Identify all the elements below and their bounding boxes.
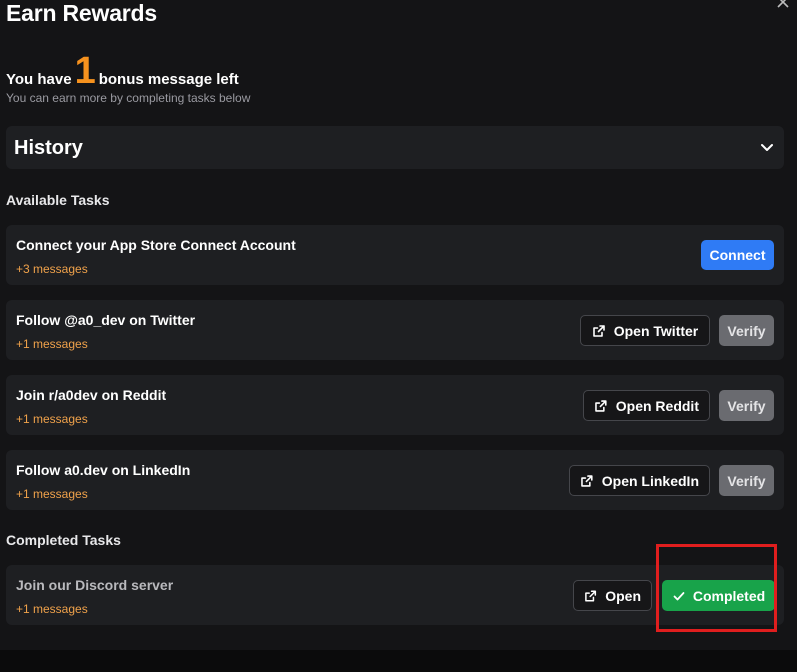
task-reward: +1 messages [16,487,88,501]
task-name: Join r/a0dev on Reddit [16,387,167,403]
verify-reddit-button[interactable]: Verify [719,390,774,421]
open-reddit-label: Open Reddit [615,397,699,414]
external-link-icon [595,399,607,412]
chevron-down-icon [761,144,773,151]
verify-linkedin-button[interactable]: Verify [719,465,774,496]
task-reward: +1 messages [16,412,88,426]
open-twitter-button[interactable]: Open Twitter [580,315,710,346]
background-strip [0,650,797,672]
task-item-twitter: Follow @a0_dev on Twitter +1 messages Op… [6,300,784,360]
open-linkedin-button[interactable]: Open LinkedIn [569,465,710,496]
available-tasks-title: Available Tasks [6,192,110,208]
task-name: Follow a0.dev on LinkedIn [16,462,191,478]
task-name: Connect your App Store Connect Account [16,237,296,253]
bonus-summary: You have 1 bonus message left [6,50,239,92]
task-name: Follow @a0_dev on Twitter [16,312,196,328]
history-accordion[interactable]: History [6,126,784,169]
task-item-app-store: Connect your App Store Connect Account +… [6,225,784,285]
bonus-suffix: bonus message left [98,71,239,88]
connect-button[interactable]: Connect [701,240,774,270]
history-label: History [14,137,83,159]
bonus-prefix: You have [6,71,72,88]
task-name: Join our Discord server [16,577,174,593]
task-reward: +1 messages [16,602,88,616]
verify-twitter-button[interactable]: Verify [719,315,774,346]
open-discord-button[interactable]: Open [573,580,652,611]
highlight-annotation [656,544,777,632]
earn-rewards-modal: Earn Rewards You have 1 bonus message le… [0,0,797,650]
completed-tasks-title: Completed Tasks [6,532,121,548]
bonus-subtitle: You can earn more by completing tasks be… [6,91,251,105]
task-reward: +1 messages [16,337,88,351]
external-link-icon [585,590,597,601]
external-link-icon [592,324,605,337]
task-reward: +3 messages [16,262,88,276]
bonus-count: 1 [74,50,96,92]
open-linkedin-label: Open LinkedIn [601,472,699,489]
open-twitter-label: Open Twitter [613,322,699,339]
external-link-icon [581,474,593,487]
task-item-reddit: Join r/a0dev on Reddit +1 messages Open … [6,375,784,435]
modal-title: Earn Rewards [6,0,157,26]
open-reddit-button[interactable]: Open Reddit [583,390,710,421]
close-icon[interactable] [775,0,791,10]
task-item-linkedin: Follow a0.dev on LinkedIn +1 messages Op… [6,450,784,510]
open-discord-label: Open [605,587,641,604]
